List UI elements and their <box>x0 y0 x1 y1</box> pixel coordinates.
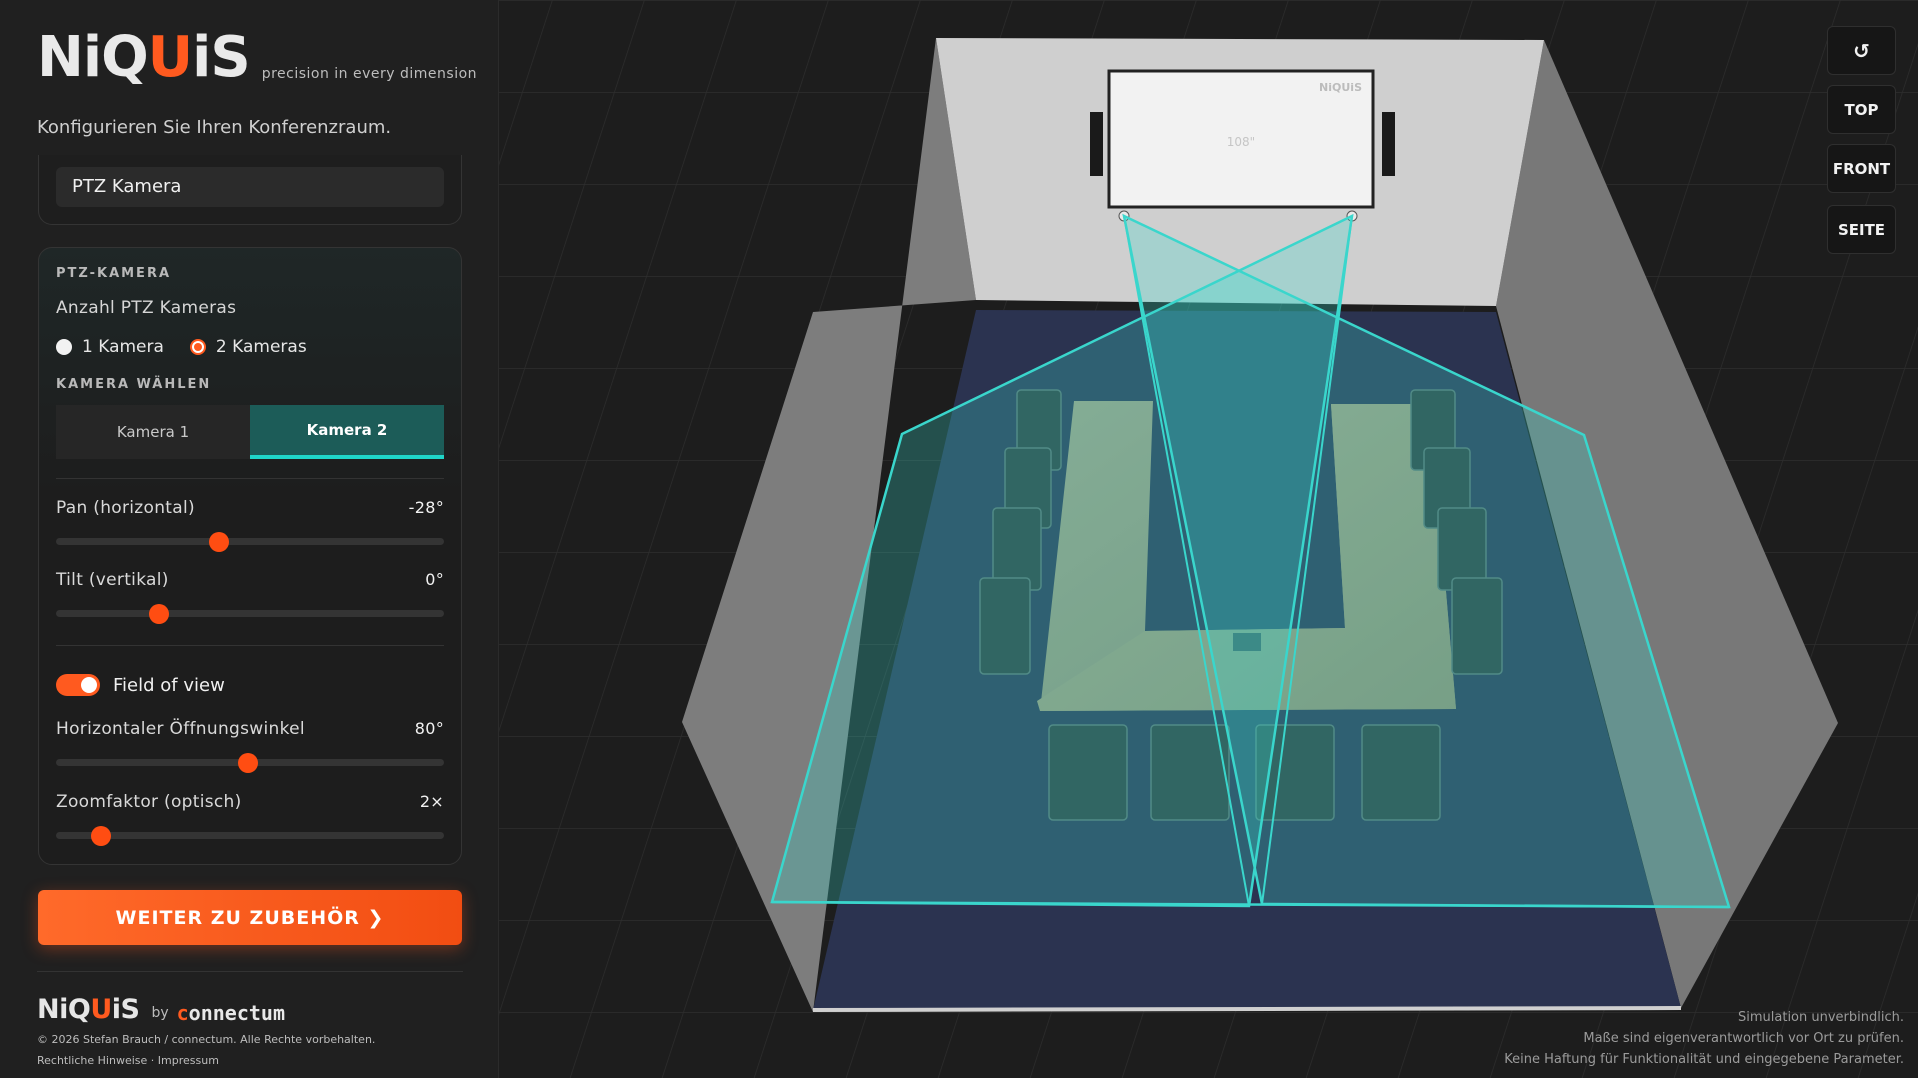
copyright-text: © 2026 Stefan Brauch / connectum. Alle R… <box>37 1033 376 1046</box>
side-view-button[interactable]: SEITE <box>1827 205 1896 254</box>
pan-value: -28° <box>408 498 444 517</box>
radio-2-kameras[interactable] <box>189 339 206 355</box>
radio-2-kameras-label[interactable]: 2 Kameras <box>216 337 307 357</box>
right-speaker <box>1382 112 1395 176</box>
zoom-slider-thumb[interactable] <box>90 826 111 846</box>
camera-count-label: Anzahl PTZ Kameras <box>56 298 237 318</box>
page-subtitle: Konfigurieren Sie Ihren Konferenzraum. <box>37 117 392 138</box>
zoom-label: Zoomfaktor (optisch) <box>56 792 242 812</box>
config-sidebar: NiQUiS precision in every dimension Konf… <box>0 0 499 1078</box>
reset-view-button[interactable]: ↺ <box>1827 26 1896 75</box>
room-scene: 108" NiQUiS <box>499 0 1918 1078</box>
screen-size-label: 108" <box>1227 135 1255 149</box>
tilt-label: Tilt (vertikal) <box>56 570 169 590</box>
camera-tabs: Kamera 1 Kamera 2 <box>56 405 444 459</box>
divider <box>37 971 463 972</box>
hfov-label: Horizontaler Öffnungswinkel <box>56 719 305 739</box>
simulation-disclaimer: Simulation unverbindlich. Maße sind eige… <box>1504 1007 1904 1070</box>
screen-logo: NiQUiS <box>1319 81 1362 94</box>
link-separator: · <box>150 1054 155 1067</box>
disclaimer-line-2: Maße sind eigenverantwortlich vor Ort zu… <box>1583 1031 1904 1046</box>
radio-1-kamera-label[interactable]: 1 Kamera <box>82 337 164 357</box>
tilt-slider[interactable] <box>56 604 444 624</box>
pan-slider[interactable] <box>56 532 444 552</box>
footer-links: Rechtliche Hinweise · Impressum <box>37 1054 219 1067</box>
pan-slider-row: Pan (horizontal) -28° <box>56 498 444 552</box>
pan-label: Pan (horizontal) <box>56 498 195 518</box>
footer-brand: NiQUiS by connectum <box>37 996 285 1023</box>
left-speaker <box>1090 112 1103 176</box>
tilt-slider-row: Tilt (vertikal) 0° <box>56 570 444 624</box>
pan-slider-thumb[interactable] <box>208 532 229 552</box>
hfov-slider-thumb[interactable] <box>238 753 259 773</box>
hfov-slider-row: Horizontaler Öffnungswinkel 80° <box>56 719 444 773</box>
footer-by-label: by <box>151 1005 169 1021</box>
connectum-logo: connectum <box>176 1001 285 1025</box>
brand-tagline: precision in every dimension <box>261 66 478 82</box>
zoom-slider-row: Zoomfaktor (optisch) 2× <box>56 792 444 846</box>
top-view-button[interactable]: TOP <box>1827 85 1896 134</box>
room-3d-viewport[interactable]: 108" NiQUiS ↺ TOP FRONT SEITE Simulation… <box>499 0 1918 1078</box>
tilt-slider-thumb[interactable] <box>148 604 169 624</box>
radio-1-kamera[interactable] <box>56 339 72 355</box>
ptz-section-title: PTZ-KAMERA <box>56 266 172 281</box>
disclaimer-line-1: Simulation unverbindlich. <box>1738 1010 1904 1025</box>
niquis-logo: NiQUiS <box>37 25 251 90</box>
fov-toggle[interactable] <box>56 674 100 696</box>
next-accessories-button[interactable]: WEITER ZU ZUBEHÖR ❯ <box>38 890 462 945</box>
zoom-slider[interactable] <box>56 826 444 846</box>
device-card: PTZ Kamera <box>38 155 462 225</box>
tab-kamera-2[interactable]: Kamera 2 <box>250 405 444 459</box>
divider <box>56 478 444 479</box>
zoom-value: 2× <box>419 792 444 811</box>
front-view-button[interactable]: FRONT <box>1827 144 1896 193</box>
tilt-value: 0° <box>425 570 444 589</box>
tab-kamera-1[interactable]: Kamera 1 <box>56 405 250 459</box>
fov-toggle-row: Field of view <box>56 674 225 696</box>
device-select[interactable]: PTZ Kamera <box>56 167 444 207</box>
footer-niquis-logo: NiQUiS <box>37 994 140 1025</box>
legal-notice-link[interactable]: Rechtliche Hinweise <box>37 1054 147 1067</box>
fov-toggle-label: Field of view <box>113 674 225 696</box>
choose-camera-title: KAMERA WÄHLEN <box>56 377 212 392</box>
brand-header: NiQUiS precision in every dimension <box>37 30 477 86</box>
hfov-value: 80° <box>414 719 444 738</box>
hfov-slider[interactable] <box>56 753 444 773</box>
camera-count-radio-group: 1 Kamera 2 Kameras <box>56 337 333 357</box>
divider <box>56 645 444 646</box>
disclaimer-line-3: Keine Haftung für Funktionalität und ein… <box>1504 1052 1904 1067</box>
imprint-link[interactable]: Impressum <box>158 1054 219 1067</box>
ptz-camera-card: PTZ-KAMERA Anzahl PTZ Kameras 1 Kamera 2… <box>38 247 462 865</box>
reset-view-icon: ↺ <box>1853 38 1870 63</box>
